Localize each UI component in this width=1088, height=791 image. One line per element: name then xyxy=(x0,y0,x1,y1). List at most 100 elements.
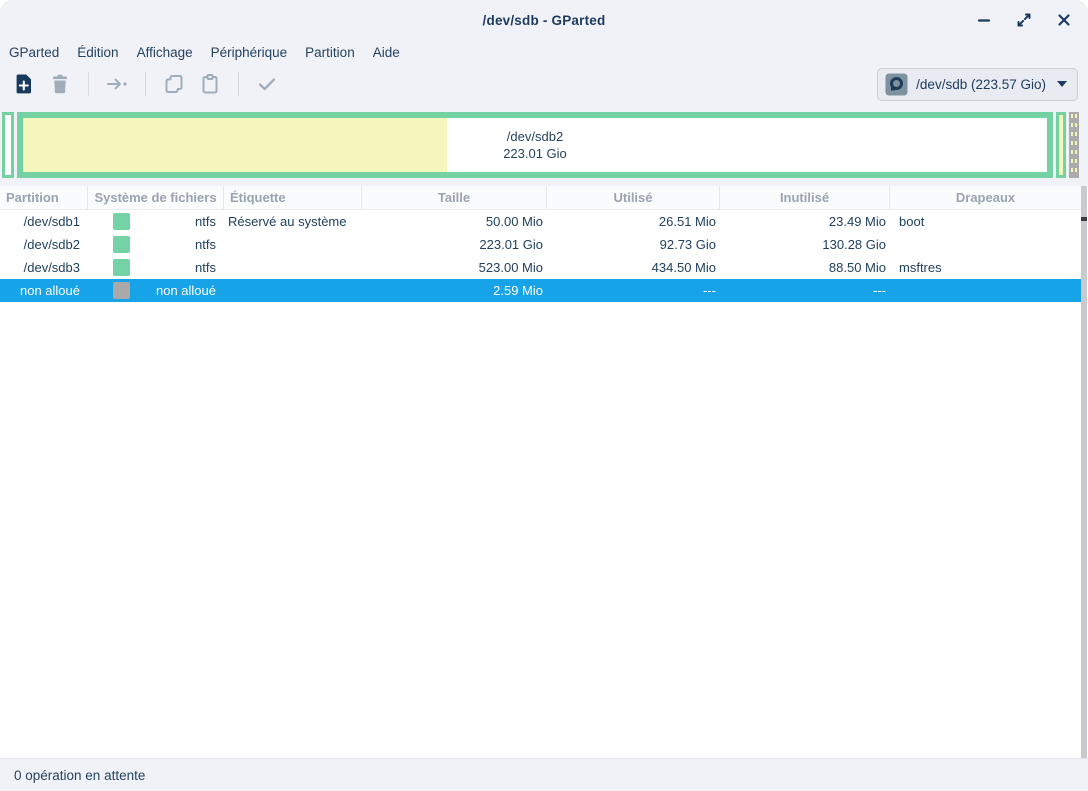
cell-flags xyxy=(890,233,1081,256)
cell-used: --- xyxy=(547,279,720,302)
apply-button[interactable] xyxy=(249,68,285,100)
cell-size: 50.00 Mio xyxy=(362,210,547,233)
minimize-icon xyxy=(974,10,994,30)
filesystem-color-swatch xyxy=(113,259,130,276)
disk-partition-sdb3[interactable] xyxy=(1056,112,1066,178)
cell-label: Réservé au système xyxy=(224,210,362,233)
disk-partition-size: 223.01 Gio xyxy=(503,145,567,162)
device-selector-label: /dev/sdb (223.57 Gio) xyxy=(916,77,1046,92)
column-header-unused: Inutilisé xyxy=(720,186,890,209)
column-header-used: Utilisé xyxy=(547,186,720,209)
menu-gparted[interactable]: GParted xyxy=(0,42,68,63)
disk-visual-area: /dev/sdb2 223.01 Gio xyxy=(0,104,1088,186)
disk-visual-bar: /dev/sdb2 223.01 Gio xyxy=(0,112,1081,178)
disk-partition-label: /dev/sdb2 223.01 Gio xyxy=(503,128,567,162)
menu-edition[interactable]: Édition xyxy=(68,42,127,63)
maximize-button[interactable] xyxy=(1012,8,1036,32)
table-row-unallocated[interactable]: non alloué non alloué 2.59 Mio --- --- xyxy=(0,279,1081,302)
paste-button[interactable] xyxy=(192,68,228,100)
copy-button[interactable] xyxy=(156,68,192,100)
cell-used: 434.50 Mio xyxy=(547,256,720,279)
cell-size: 523.00 Mio xyxy=(362,256,547,279)
cell-size: 2.59 Mio xyxy=(362,279,547,302)
menu-aide[interactable]: Aide xyxy=(364,42,409,63)
toolbar-separator xyxy=(88,72,89,96)
cell-unused: 88.50 Mio xyxy=(720,256,890,279)
minimize-button[interactable] xyxy=(972,8,996,32)
document-plus-icon xyxy=(12,72,36,96)
cell-partition: /dev/sdb3 xyxy=(0,256,88,279)
table-row-sdb2[interactable]: /dev/sdb2 ntfs 223.01 Gio 92.73 Gio 130.… xyxy=(0,233,1081,256)
statusbar: 0 opération en attente xyxy=(0,758,1088,791)
cell-flags xyxy=(890,279,1081,302)
window-title: /dev/sdb - GParted xyxy=(483,13,606,28)
maximize-icon xyxy=(1014,10,1034,30)
menubar: GParted Édition Affichage Périphérique P… xyxy=(0,40,1088,64)
cell-filesystem: non alloué xyxy=(88,279,224,302)
new-partition-button[interactable] xyxy=(6,68,42,100)
titlebar: /dev/sdb - GParted xyxy=(0,0,1088,40)
cell-unused: 130.28 Gio xyxy=(720,233,890,256)
arrow-resize-icon xyxy=(104,72,130,96)
column-header-filesystem: Système de fichiers xyxy=(88,186,224,209)
cell-filesystem: ntfs xyxy=(88,256,224,279)
cell-filesystem: ntfs xyxy=(88,233,224,256)
cell-partition: /dev/sdb2 xyxy=(0,233,88,256)
resize-move-button[interactable] xyxy=(99,68,135,100)
filesystem-color-swatch xyxy=(113,213,130,230)
menu-affichage[interactable]: Affichage xyxy=(128,42,202,63)
cell-label xyxy=(224,233,362,256)
close-button[interactable] xyxy=(1052,8,1076,32)
disk-partition-sdb2[interactable]: /dev/sdb2 223.01 Gio xyxy=(17,112,1053,178)
disk-partition-sdb1[interactable] xyxy=(2,112,14,178)
pending-operations-status: 0 opération en attente xyxy=(14,768,145,783)
cell-label xyxy=(224,256,362,279)
gparted-window: /dev/sdb - GParted GParted Édition Affic… xyxy=(0,0,1088,791)
cell-flags: boot xyxy=(890,210,1081,233)
menu-peripherique[interactable]: Périphérique xyxy=(202,42,297,63)
delete-partition-button[interactable] xyxy=(42,68,78,100)
hard-drive-icon xyxy=(884,72,909,97)
filesystem-color-swatch xyxy=(113,282,130,299)
partition-table: Partition Système de fichiers Étiquette … xyxy=(0,186,1088,758)
trash-icon xyxy=(48,72,72,96)
toolbar-separator xyxy=(238,72,239,96)
cell-filesystem: ntfs xyxy=(88,210,224,233)
column-header-label: Étiquette xyxy=(224,186,362,209)
disk-partition-name: /dev/sdb2 xyxy=(503,128,567,145)
table-row-sdb1[interactable]: /dev/sdb1 ntfs Réservé au système 50.00 … xyxy=(0,210,1081,233)
toolbar-separator xyxy=(145,72,146,96)
chevron-down-icon xyxy=(1057,81,1067,87)
cell-size: 223.01 Gio xyxy=(362,233,547,256)
checkmark-icon xyxy=(255,72,279,96)
column-header-flags: Drapeaux xyxy=(890,186,1081,209)
table-header: Partition Système de fichiers Étiquette … xyxy=(0,186,1081,210)
vertical-scrollbar[interactable] xyxy=(1081,186,1087,758)
cell-unused: --- xyxy=(720,279,890,302)
window-controls xyxy=(972,0,1076,40)
filesystem-color-swatch xyxy=(113,236,130,253)
cell-label xyxy=(224,279,362,302)
cell-partition: non alloué xyxy=(0,279,88,302)
cell-unused: 23.49 Mio xyxy=(720,210,890,233)
clipboard-icon xyxy=(198,72,222,96)
filesystem-name: non alloué xyxy=(156,283,224,298)
copy-icon xyxy=(162,72,186,96)
table-row-sdb3[interactable]: /dev/sdb3 ntfs 523.00 Mio 434.50 Mio 88.… xyxy=(0,256,1081,279)
cell-flags: msftres xyxy=(890,256,1081,279)
cell-used: 92.73 Gio xyxy=(547,233,720,256)
device-selector[interactable]: /dev/sdb (223.57 Gio) xyxy=(877,68,1078,101)
scrollbar-thumb[interactable] xyxy=(1081,217,1087,221)
partition-table-grid: Partition Système de fichiers Étiquette … xyxy=(0,186,1081,302)
used-space-fill xyxy=(23,118,447,172)
filesystem-name: ntfs xyxy=(195,260,224,275)
column-header-partition: Partition xyxy=(0,186,88,209)
toolbar: /dev/sdb (223.57 Gio) xyxy=(0,64,1088,104)
cell-partition: /dev/sdb1 xyxy=(0,210,88,233)
column-header-size: Taille xyxy=(362,186,547,209)
disk-partition-unallocated[interactable] xyxy=(1069,112,1079,178)
menu-partition[interactable]: Partition xyxy=(296,42,364,63)
filesystem-name: ntfs xyxy=(195,237,224,252)
filesystem-name: ntfs xyxy=(195,214,224,229)
close-icon xyxy=(1054,10,1074,30)
